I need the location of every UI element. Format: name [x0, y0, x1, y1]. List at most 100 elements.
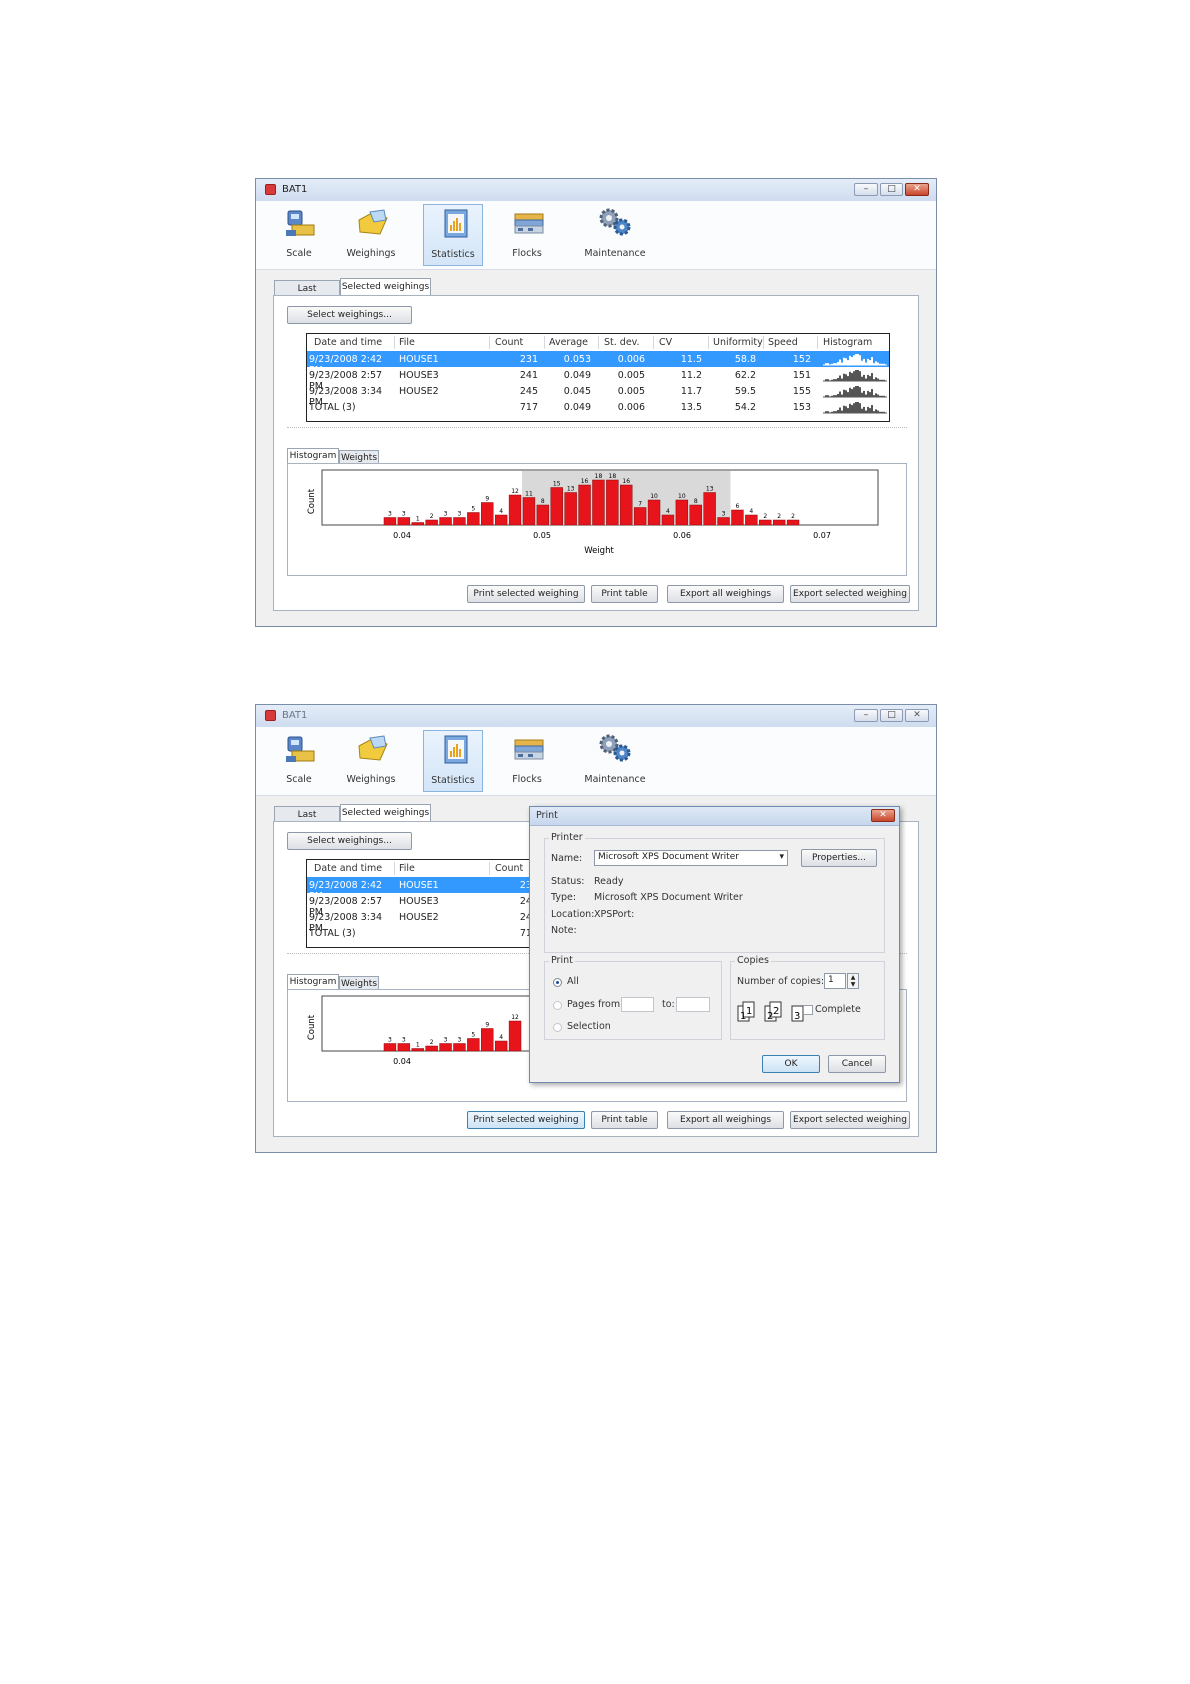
toolbar-statistics-button[interactable]: Statistics — [423, 730, 483, 792]
bar-value-label: 1 — [416, 516, 420, 523]
cell-file: HOUSE2 — [399, 912, 439, 923]
column-header[interactable]: Average — [549, 337, 588, 348]
mini-histogram-bar — [839, 359, 841, 365]
title-bar: BAT1 – □ ✕ — [256, 705, 936, 728]
column-header[interactable]: Date and time — [314, 337, 382, 348]
export-all-weighings-button[interactable]: Export all weighings — [667, 585, 784, 603]
maximize-button[interactable]: □ — [880, 709, 903, 722]
copies-spinner[interactable]: ▲ ▼ — [847, 973, 859, 989]
close-button[interactable]: ✕ — [905, 709, 929, 722]
minimize-button[interactable]: – — [854, 709, 878, 722]
column-header[interactable]: Count — [495, 337, 523, 348]
collate-checkbox[interactable] — [803, 1005, 813, 1015]
cancel-button[interactable]: Cancel — [828, 1055, 886, 1073]
selection-radio[interactable] — [553, 1023, 562, 1032]
ok-button[interactable]: OK — [762, 1055, 820, 1073]
printer-name-select[interactable]: Microsoft XPS Document Writer ▾ — [594, 850, 788, 866]
table-row[interactable]: TOTAL (3) 717 0.049 0.006 13.5 54.2 153 — [307, 399, 889, 415]
histogram-bar — [453, 517, 466, 526]
table-row[interactable]: 9/23/2008 3:34 PM HOUSE2 245 0.045 0.005 11.7… — [307, 383, 889, 408]
column-header[interactable]: CV — [659, 337, 672, 348]
printer-group-label: Printer — [549, 832, 585, 843]
properties-button[interactable]: Properties... — [801, 849, 877, 867]
toolbar-scale-button[interactable]: Scale — [269, 730, 329, 792]
column-header[interactable]: File — [399, 337, 415, 348]
toolbar-flocks-button[interactable]: Flocks — [497, 730, 557, 792]
toolbar-maintenance-button[interactable]: Maintenance — [578, 730, 652, 792]
mini-histogram-bar — [845, 358, 847, 365]
print-selected-weighing-button[interactable]: Print selected weighing — [467, 585, 585, 603]
bar-value-label: 16 — [622, 478, 630, 485]
histogram-bar — [508, 1020, 522, 1052]
table-row[interactable]: 9/23/2008 2:42 PM HOUSE1 231 0.053 0.006 11.5… — [307, 351, 889, 376]
select-weighings-button[interactable]: Select weighings... — [287, 306, 412, 324]
column-header[interactable]: File — [399, 863, 415, 874]
mini-histogram-bar — [839, 375, 841, 381]
maximize-button[interactable]: □ — [880, 183, 903, 196]
dialog-close-button[interactable]: ✕ — [871, 809, 895, 822]
toolbar: Scale Weighings Statistics Flocks Mainte… — [256, 727, 936, 796]
toolbar-statistics-button[interactable]: Statistics — [423, 204, 483, 266]
cell-cv: 11.2 — [680, 370, 702, 381]
mini-histogram-bar — [859, 371, 861, 381]
from-page-field[interactable] — [621, 997, 654, 1012]
minimize-button[interactable]: – — [854, 183, 878, 196]
toolbar-maintenance-label: Maintenance — [584, 774, 646, 785]
copies-field[interactable]: 1 — [824, 973, 846, 989]
close-button[interactable]: ✕ — [905, 183, 929, 196]
bar-value-label: 13 — [567, 486, 575, 493]
mini-histogram-bar — [861, 408, 863, 413]
bar-value-label: 12 — [511, 488, 519, 495]
to-page-field[interactable] — [676, 997, 710, 1012]
print-table-button[interactable]: Print table — [591, 1111, 658, 1129]
window-title: BAT1 — [282, 710, 308, 721]
column-header[interactable]: Histogram — [823, 337, 872, 348]
mini-histogram-bar — [845, 406, 847, 413]
all-radio[interactable] — [553, 978, 562, 987]
mini-histogram-bar — [849, 371, 851, 381]
splitter[interactable] — [287, 427, 907, 432]
mini-histogram — [823, 370, 887, 382]
collate-pages-icon: 1 1 2 2 3 — [737, 1001, 804, 1022]
export-selected-weighing-button[interactable]: Export selected weighing — [790, 1111, 910, 1129]
table-row[interactable]: 9/23/2008 2:57 PM HOUSE3 241 0.049 0.005 11.2… — [307, 367, 889, 392]
toolbar-weighings-button[interactable]: Weighings — [341, 204, 401, 266]
toolbar-flocks-button[interactable]: Flocks — [497, 204, 557, 266]
toolbar-maintenance-label: Maintenance — [584, 248, 646, 259]
select-weighings-button[interactable]: Select weighings... — [287, 832, 412, 850]
mini-histogram-bar — [875, 409, 877, 413]
bar-value-label: 3 — [402, 1037, 406, 1044]
mini-histogram-bar — [857, 386, 859, 397]
print-range-group: Print All Pages from: to: Selection — [544, 955, 722, 1040]
column-header[interactable]: Speed — [768, 337, 798, 348]
print-selected-weighing-button[interactable]: Print selected weighing — [467, 1111, 585, 1129]
mini-histogram-bar — [853, 387, 855, 397]
copies-group: Copies Number of copies: 1 ▲ ▼ 1 1 2 2 3 … — [730, 955, 885, 1040]
type-value: Microsoft XPS Document Writer — [594, 892, 743, 903]
cell-date: TOTAL (3) — [309, 402, 356, 413]
mini-histogram-bar — [859, 387, 861, 397]
export-selected-weighing-button[interactable]: Export selected weighing — [790, 585, 910, 603]
toolbar-scale-button[interactable]: Scale — [269, 204, 329, 266]
column-header[interactable]: Count — [495, 863, 523, 874]
mini-histogram-bar — [875, 377, 877, 381]
bar-value-label: 18 — [595, 473, 603, 480]
app-window: BAT1 – □ ✕ Scale Weighings Statistics Fl… — [255, 178, 937, 627]
toolbar-weighings-button[interactable]: Weighings — [341, 730, 401, 792]
export-all-weighings-button[interactable]: Export all weighings — [667, 1111, 784, 1129]
pages-radio[interactable] — [553, 1001, 562, 1010]
column-header[interactable]: St. dev. — [604, 337, 640, 348]
mini-histogram-bar — [875, 361, 877, 365]
toolbar-flocks-label: Flocks — [512, 774, 542, 785]
cell-uniformity: 62.2 — [734, 370, 756, 381]
column-header[interactable]: Uniformity — [713, 337, 763, 348]
bar-value-label: 3 — [722, 511, 726, 518]
copies-value: 1 — [828, 975, 834, 985]
mini-histogram-bar — [869, 392, 871, 397]
bar-value-label: 2 — [430, 513, 434, 520]
column-header[interactable]: Date and time — [314, 863, 382, 874]
cell-date: TOTAL (3) — [309, 928, 356, 939]
selection-label: Selection — [567, 1021, 611, 1032]
toolbar-maintenance-button[interactable]: Maintenance — [578, 204, 652, 266]
print-table-button[interactable]: Print table — [591, 585, 658, 603]
